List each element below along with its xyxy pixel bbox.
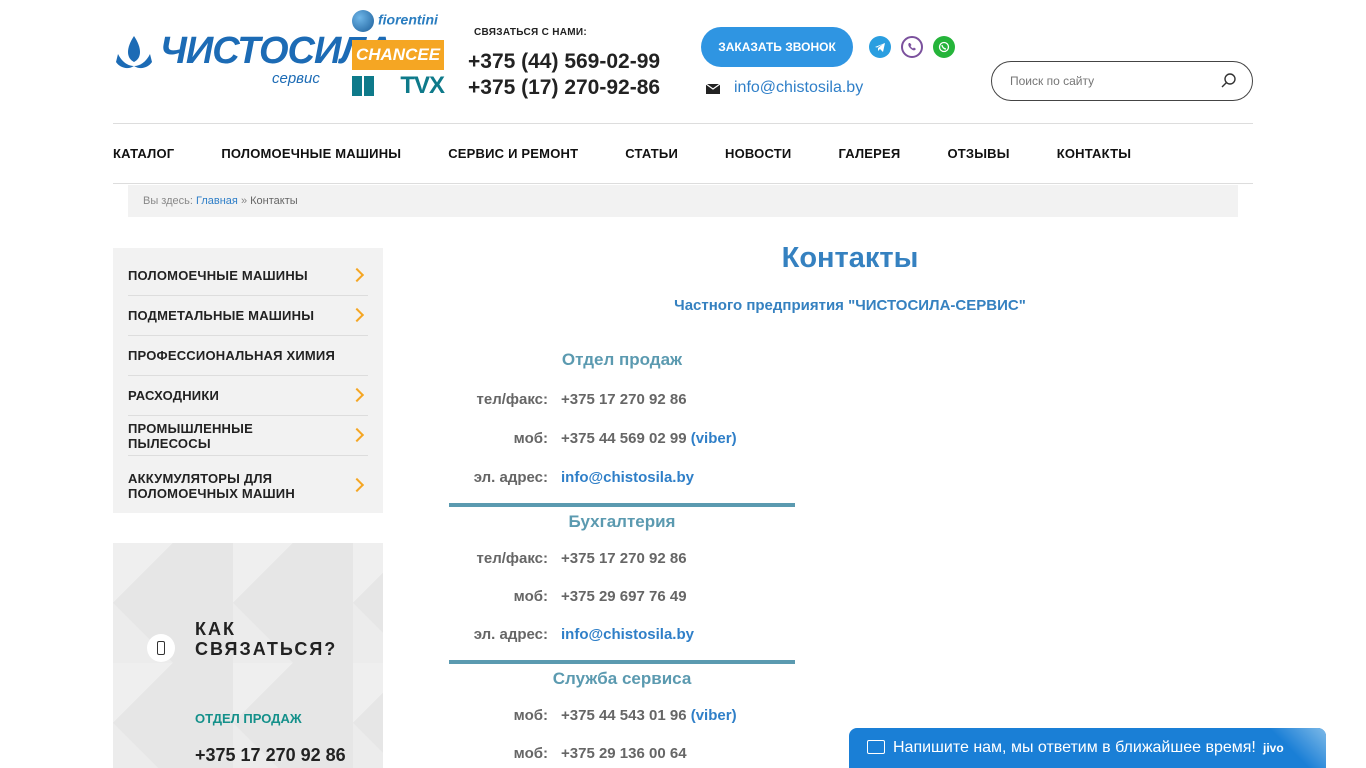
sales-tel-label: тел/факс: [476,391,549,408]
company-name: Частного предприятия "ЧИСТОСИЛА-СЕРВИС" [674,297,1026,314]
service-mob1-label: моб: [513,707,548,724]
chevron-right-icon[interactable] [349,387,365,402]
page-title: Контакты [781,242,919,274]
brand-tvx-label: TVX [400,72,445,99]
nav-gallery[interactable]: ГАЛЕРЕЯ [838,146,900,164]
globe-icon [352,10,374,32]
whatsapp-icon[interactable] [933,36,955,58]
sidebar-item-label: ПРОМЫШЛЕННЫЕ ПЫЛЕСОСЫ [128,420,253,451]
accounting-email-link[interactable]: info@chistosila.by [561,626,694,643]
logo-drops-icon [116,36,152,69]
how-to-contact-title: КАК СВЯЗАТЬСЯ? [195,619,338,659]
sidebar-item-sweepers[interactable]: ПОДМЕТАЛЬНЫЕ МАШИНЫ [128,296,368,336]
service-mob2-value[interactable]: +375 29 136 00 64 [561,745,687,762]
accounting-dept-title: Бухгалтерия [568,512,676,531]
sidebar-item-batteries[interactable]: АККУМУЛЯТОРЫ ДЛЯ ПОЛОМОЕЧНЫХ МАШИН [128,456,368,516]
service-dept-title: Служба сервиса [552,669,692,688]
service-mob1-value[interactable]: +375 44 543 01 96 [561,707,687,724]
brand-logos: fiorentini CHANCEE TVX [352,10,445,99]
accounting-tel-value[interactable]: +375 17 270 92 86 [561,550,687,567]
search-input[interactable] [1010,72,1210,90]
telegram-icon[interactable] [869,36,891,58]
service-mob2-label: моб: [513,745,548,762]
nav-articles[interactable]: СТАТЬИ [625,146,678,164]
search-icon[interactable] [1220,72,1238,90]
brand-tvx[interactable]: TVX [352,72,445,99]
header-email-link[interactable]: info@chistosila.by [734,79,863,97]
accounting-tel-label: тел/факс: [476,550,549,567]
service-viber-link[interactable]: (viber) [691,707,737,724]
header-phone-2[interactable]: +375 (17) 270-92-86 [468,76,660,100]
how-to-contact-box: КАК СВЯЗАТЬСЯ? ОТДЕЛ ПРОДАЖ +375 17 270 … [113,543,383,768]
brand-fiorentini[interactable]: fiorentini [352,10,444,36]
how-sales-phone[interactable]: +375 17 270 92 86 [195,745,346,766]
sales-viber-link[interactable]: (viber) [691,430,737,447]
nav-divider [113,183,1253,184]
service-mob1-row: +375 44 543 01 96 (viber) [561,707,737,724]
sales-email-row: info@chistosila.by [561,469,694,486]
nav-news[interactable]: НОВОСТИ [725,146,791,164]
sidebar-item-label: ПРОФЕССИОНАЛЬНАЯ ХИМИЯ [128,348,336,363]
site-logo[interactable]: ЧИСТОСИЛА сервис [112,16,393,96]
chat-widget[interactable]: Напишите нам, мы ответим в ближайшее вре… [849,728,1326,768]
message-icon [867,740,885,754]
sidebar-item-label: ПОЛОМОЕЧНЫЕ МАШИНЫ [128,268,308,283]
accounting-mob-label: моб: [513,588,548,605]
breadcrumb-prefix: Вы здесь: [143,195,193,207]
brand-fiorentini-label: fiorentini [378,11,438,28]
chevron-right-icon[interactable] [349,267,365,282]
nav-catalog[interactable]: КАТАЛОГ [113,146,174,164]
header-divider [113,123,1253,124]
chevron-right-icon[interactable] [349,307,365,322]
sidebar-menu: ПОЛОМОЕЧНЫЕ МАШИНЫ ПОДМЕТАЛЬНЫЕ МАШИНЫ П… [113,248,383,513]
sales-dept-title: Отдел продаж [561,350,683,369]
sidebar-item-label: АККУМУЛЯТОРЫ ДЛЯ ПОЛОМОЕЧНЫХ МАШИН [128,471,295,501]
nav-reviews[interactable]: ОТЗЫВЫ [947,146,1009,164]
logo-subtitle: сервис [272,70,320,87]
section-divider [449,503,795,507]
sidebar-item-chemistry[interactable]: ПРОФЕССИОНАЛЬНАЯ ХИМИЯ [128,336,368,376]
chevron-right-icon[interactable] [349,427,365,442]
chat-prompt[interactable]: Напишите нам, мы ответим в ближайшее вре… [893,739,1256,757]
sales-mob-value[interactable]: +375 44 569 02 99 [561,430,687,447]
nav-service-repair[interactable]: СЕРВИС И РЕМОНТ [448,146,578,164]
sidebar-item-label: РАСХОДНИКИ [128,388,220,403]
breadcrumb: Вы здесь: Главная » Контакты [128,185,1238,217]
sidebar-item-vacuums[interactable]: ПРОМЫШЛЕННЫЕ ПЫЛЕСОСЫ [128,416,368,456]
sidebar-item-label: ПОДМЕТАЛЬНЫЕ МАШИНЫ [128,308,315,323]
section-divider [449,660,795,664]
nav-floor-scrubbers[interactable]: ПОЛОМОЕЧНЫЕ МАШИНЫ [221,146,401,164]
main-nav: КАТАЛОГ ПОЛОМОЕЧНЫЕ МАШИНЫ СЕРВИС И РЕМО… [113,146,1178,164]
order-call-button[interactable]: ЗАКАЗАТЬ ЗВОНОК [701,27,853,67]
phone-icon [147,634,175,662]
sales-email-label: эл. адрес: [473,469,548,486]
jivo-logo: jivo [1263,741,1284,755]
tvx-mark-icon [352,76,374,96]
envelope-icon [706,84,720,94]
breadcrumb-separator: » [240,195,248,207]
sidebar-item-floor-scrubbers[interactable]: ПОЛОМОЕЧНЫЕ МАШИНЫ [128,256,368,296]
brand-chancee[interactable]: CHANCEE [352,40,444,70]
header-phone-1[interactable]: +375 (44) 569-02-99 [468,50,660,74]
search-box[interactable] [991,61,1253,101]
sales-mob-label: моб: [513,430,548,447]
viber-icon[interactable] [901,36,923,58]
chevron-right-icon[interactable] [349,477,365,493]
sales-tel-value[interactable]: +375 17 270 92 86 [561,391,687,408]
nav-contacts[interactable]: КОНТАКТЫ [1057,146,1131,164]
contact-label: СВЯЗАТЬСЯ С НАМИ: [474,27,587,38]
accounting-mob-value[interactable]: +375 29 697 76 49 [561,588,687,605]
accounting-email-label: эл. адрес: [473,626,548,643]
sales-email-link[interactable]: info@chistosila.by [561,469,694,486]
sales-mob-row: +375 44 569 02 99 (viber) [561,430,737,447]
accounting-email-row: info@chistosila.by [561,626,694,643]
sidebar-item-consumables[interactable]: РАСХОДНИКИ [128,376,368,416]
how-sales-dept: ОТДЕЛ ПРОДАЖ [195,711,302,726]
breadcrumb-home[interactable]: Главная [196,195,238,207]
breadcrumb-current: Контакты [250,195,298,207]
